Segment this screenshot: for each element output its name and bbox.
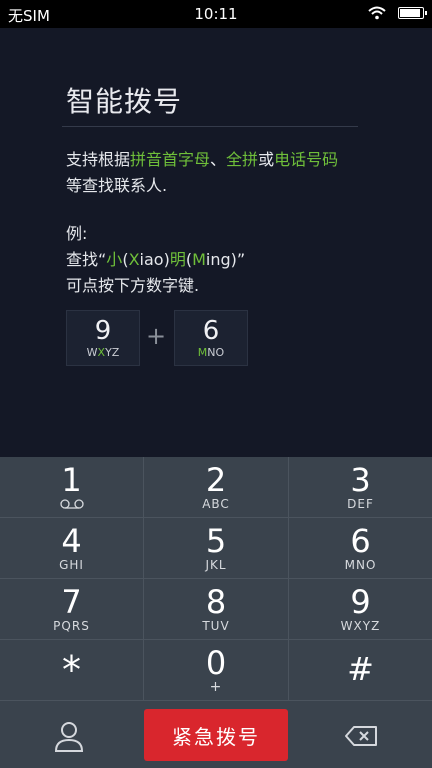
guide-example: 查找“小(Xiao)明(Ming)” bbox=[66, 250, 246, 269]
example-heading: 例: bbox=[66, 224, 88, 243]
example-key-6: 6 MNO bbox=[174, 310, 248, 366]
key-0[interactable]: 0 + bbox=[144, 640, 288, 700]
key-star[interactable]: * bbox=[0, 640, 143, 700]
battery-icon bbox=[398, 7, 427, 19]
key-5[interactable]: 5 JKL bbox=[144, 518, 288, 578]
plus-sign: + bbox=[146, 322, 167, 350]
guide-line-1: 支持根据拼音首字母、全拼或电话号码 bbox=[66, 150, 339, 169]
key-9[interactable]: 9 WXYZ bbox=[289, 579, 432, 639]
key-7[interactable]: 7 PQRS bbox=[0, 579, 143, 639]
guide-line-5: 可点按下方数字键. bbox=[66, 276, 200, 295]
key-hash[interactable]: # bbox=[289, 640, 432, 700]
key-4[interactable]: 4 GHI bbox=[0, 518, 143, 578]
backspace-icon[interactable] bbox=[344, 725, 378, 747]
key-6[interactable]: 6 MNO bbox=[289, 518, 432, 578]
key-2[interactable]: 2 ABC bbox=[144, 457, 288, 517]
divider bbox=[62, 126, 358, 127]
dial-pad: 1 2 ABC 3 DEF 4 GHI 5 JKL 6 MNO 7 PQRS 8 TUV 9W… bbox=[0, 457, 432, 701]
key-1[interactable]: 1 bbox=[0, 457, 143, 517]
status-bar: 无SIM 10:11 bbox=[0, 0, 432, 28]
person-icon[interactable] bbox=[52, 719, 86, 753]
bottom-bar: 紧急拨号 bbox=[0, 701, 432, 768]
wifi-icon bbox=[368, 6, 386, 20]
voicemail-icon bbox=[59, 499, 84, 509]
emergency-call-button[interactable]: 紧急拨号 bbox=[144, 709, 288, 761]
key-8[interactable]: 8 TUV bbox=[144, 579, 288, 639]
guide-line-2: 等查找联系人. bbox=[66, 176, 168, 195]
example-key-9: 9 WXYZ bbox=[66, 310, 140, 366]
key-3[interactable]: 3 DEF bbox=[289, 457, 432, 517]
page-title: 智能拨号 bbox=[66, 85, 183, 118]
